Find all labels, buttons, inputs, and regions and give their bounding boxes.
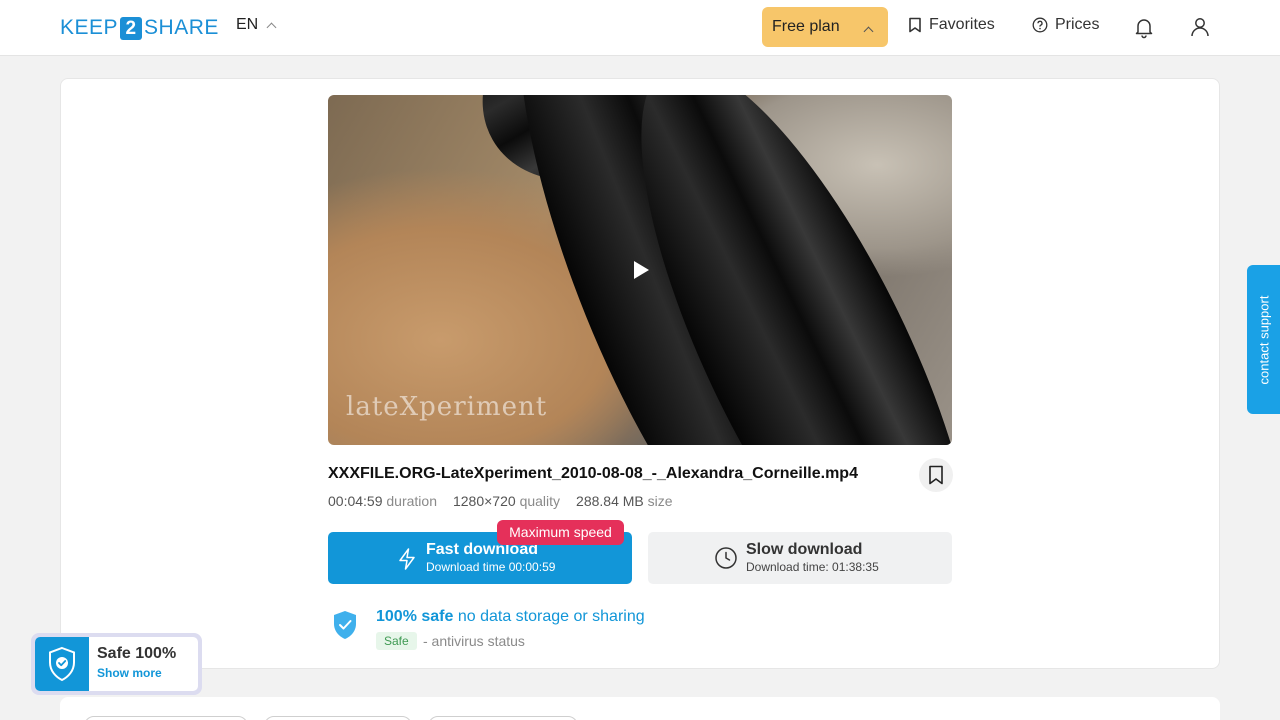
safe-badge-widget: Safe 100% Show more xyxy=(31,633,202,695)
play-icon[interactable] xyxy=(634,261,649,279)
shield-check-icon xyxy=(334,611,356,639)
favorites-link[interactable]: Favorites xyxy=(908,16,995,34)
logo-text-left: KEEP xyxy=(60,16,119,39)
safe-badge[interactable]: Safe 100% Show more xyxy=(35,637,198,691)
tab-pill[interactable] xyxy=(84,716,248,720)
user-icon xyxy=(1191,18,1209,37)
quality-info: 1280×720 quality xyxy=(453,493,560,509)
duration-value: 00:04:59 xyxy=(328,493,383,509)
chevron-up-icon xyxy=(266,22,277,32)
size-label: size xyxy=(647,493,673,509)
tab-pill[interactable] xyxy=(264,716,412,720)
shield-check-icon xyxy=(49,646,75,682)
quality-label: quality xyxy=(519,493,561,509)
fast-download-time: Download time 00:00:59 xyxy=(426,560,556,574)
bookmark-icon xyxy=(909,17,921,33)
safe-badge-icon-box xyxy=(35,637,89,691)
lightning-icon xyxy=(399,548,415,570)
show-more-link[interactable]: Show more xyxy=(97,666,162,680)
safety-title: 100% safe no data storage or sharing xyxy=(376,608,645,626)
duration-info: 00:04:59 duration xyxy=(328,493,437,509)
contact-support-label: contact support xyxy=(1256,295,1271,384)
file-name: XXXFILE.ORG-LateXperiment_2010-08-08_-_A… xyxy=(328,465,858,482)
antivirus-status-text: - antivirus status xyxy=(423,633,525,649)
bell-icon xyxy=(1135,19,1153,39)
add-to-favorites-button[interactable] xyxy=(919,458,953,492)
logo-text-right: SHARE xyxy=(144,16,219,39)
safety-description: no data storage or sharing xyxy=(457,608,645,625)
quality-value: 1280×720 xyxy=(452,493,516,509)
slow-download-title: Slow download xyxy=(746,541,863,558)
file-meta: 00:04:59 duration 1280×720 quality 288.8… xyxy=(328,493,673,509)
free-plan-button[interactable]: Free plan xyxy=(762,7,888,47)
slow-download-button[interactable]: Slow download Download time: 01:38:35 xyxy=(648,532,952,584)
video-preview[interactable]: lateXperiment xyxy=(328,95,952,445)
duration-label: duration xyxy=(386,493,437,509)
clock-icon xyxy=(715,547,737,569)
favorites-label: Favorites xyxy=(929,16,995,33)
account-button[interactable] xyxy=(1188,15,1212,39)
size-info: 288.84 MB size xyxy=(576,493,673,509)
prices-label: Prices xyxy=(1055,16,1100,33)
safe-badge-title: Safe 100% xyxy=(97,645,177,662)
video-watermark: lateXperiment xyxy=(346,392,548,422)
safety-strong: 100% safe xyxy=(376,608,454,625)
language-selector[interactable]: EN xyxy=(236,16,277,34)
notifications-button[interactable] xyxy=(1132,15,1156,39)
help-circle-icon xyxy=(1032,17,1048,33)
size-value: 288.84 MB xyxy=(576,493,644,509)
slow-download-time: Download time: 01:38:35 xyxy=(746,560,879,574)
logo-number: 2 xyxy=(120,16,143,40)
maximum-speed-badge: Maximum speed xyxy=(497,520,624,545)
prices-link[interactable]: Prices xyxy=(1032,16,1099,34)
keep2share-logo[interactable]: KEEP 2 SHARE xyxy=(60,16,219,40)
safe-status-tag: Safe xyxy=(376,632,417,650)
plan-label: Free plan xyxy=(772,18,840,35)
chevron-up-icon xyxy=(863,26,874,37)
top-navigation-bar: KEEP 2 SHARE EN Free plan Favorites Pric… xyxy=(0,0,1280,56)
contact-support-tab[interactable]: contact support xyxy=(1247,265,1280,414)
bookmark-icon xyxy=(929,465,943,485)
tab-pill[interactable] xyxy=(428,716,578,720)
language-label: EN xyxy=(236,16,259,33)
